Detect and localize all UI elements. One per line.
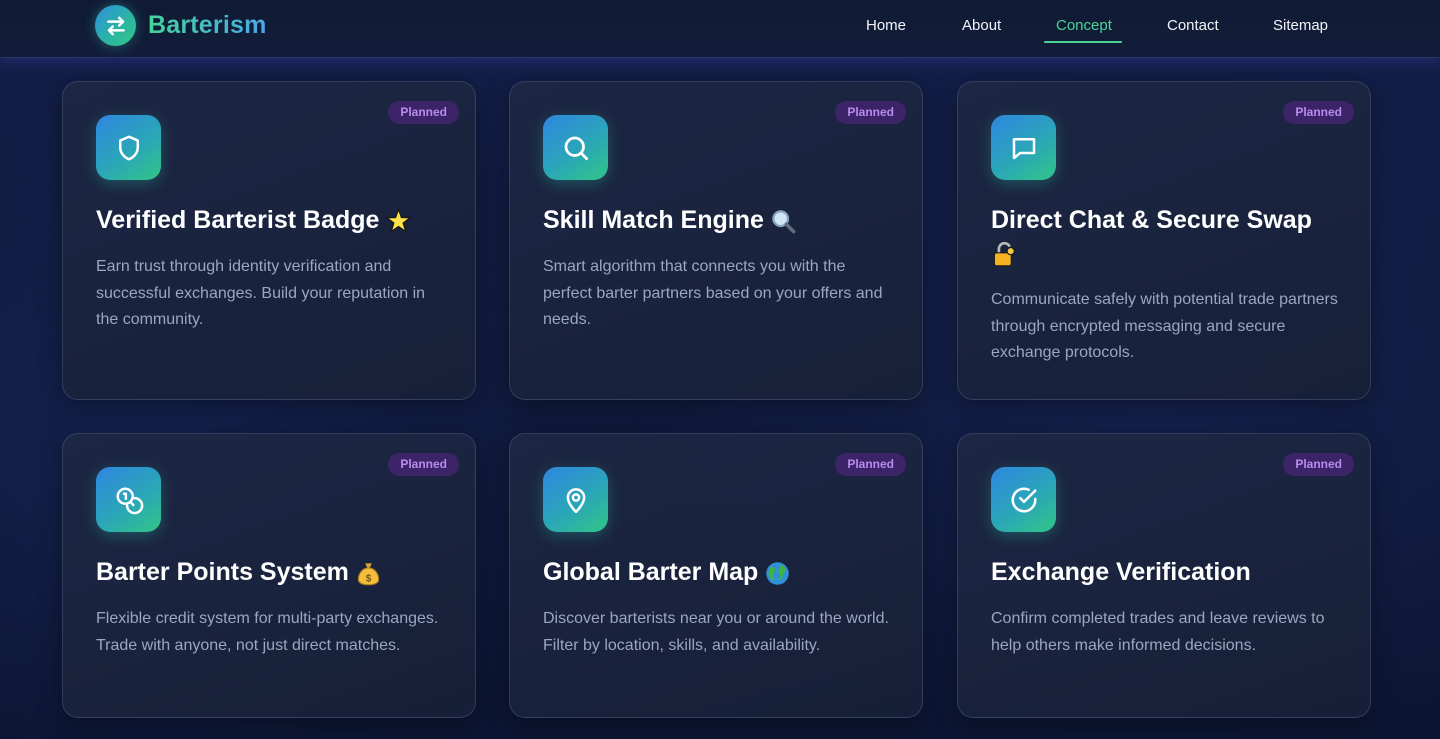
status-badge: Planned xyxy=(1283,101,1354,124)
brand-name: Barterism xyxy=(148,11,267,39)
card-description: Smart algorithm that connects you with t… xyxy=(543,258,883,329)
money-bag-emoji-icon: $ xyxy=(355,560,382,587)
card-title: Skill Match Engine xyxy=(543,204,903,237)
brand-home-link[interactable]: Barterism xyxy=(95,5,267,46)
card-title: Direct Chat & Secure Swap xyxy=(991,204,1351,270)
feature-card-direct-chat: Planned Direct Chat & Secure Swap Commun… xyxy=(957,81,1371,400)
check-circle-icon xyxy=(991,467,1056,532)
card-description: Discover barterists near you or around t… xyxy=(543,610,889,654)
feature-card-exchange-verification: Planned Exchange Verification Confirm co… xyxy=(957,433,1371,718)
search-icon xyxy=(543,115,608,180)
coins-icon xyxy=(96,467,161,532)
globe-emoji-icon xyxy=(764,560,791,587)
card-title: Barter Points System $ xyxy=(96,556,456,589)
top-navbar: Barterism Home About Concept Contact Sit… xyxy=(0,0,1440,58)
feature-card-verified-badge: Planned Verified Barterist Badge Earn tr… xyxy=(62,81,476,400)
card-description: Communicate safely with potential trade … xyxy=(991,291,1338,362)
status-badge: Planned xyxy=(1283,453,1354,476)
status-badge: Planned xyxy=(388,101,459,124)
card-title: Exchange Verification xyxy=(991,558,1251,586)
nav-home[interactable]: Home xyxy=(866,17,906,34)
feature-card-barter-points: Planned Barter Points System $ Flexible c… xyxy=(62,433,476,718)
lock-emoji-icon xyxy=(991,241,1018,268)
status-badge: Planned xyxy=(835,101,906,124)
card-description: Earn trust through identity verification… xyxy=(96,258,426,329)
nav-sitemap[interactable]: Sitemap xyxy=(1273,17,1328,34)
nav-concept[interactable]: Concept xyxy=(1056,17,1112,34)
card-description: Flexible credit system for multi-party e… xyxy=(96,610,439,654)
swap-arrows-icon xyxy=(95,5,136,46)
map-pin-icon xyxy=(543,467,608,532)
nav-contact[interactable]: Contact xyxy=(1167,17,1219,34)
star-emoji-icon xyxy=(385,207,413,235)
chat-icon xyxy=(991,115,1056,180)
magnifier-emoji-icon xyxy=(770,208,797,235)
svg-text:$: $ xyxy=(366,573,372,584)
shield-icon xyxy=(96,115,161,180)
card-title: Verified Barterist Badge xyxy=(96,204,456,237)
nav-about[interactable]: About xyxy=(962,17,1001,34)
nav-active-indicator xyxy=(1044,41,1122,43)
card-title: Global Barter Map xyxy=(543,556,903,589)
status-badge: Planned xyxy=(388,453,459,476)
status-badge: Planned xyxy=(835,453,906,476)
feature-card-skill-match: Planned Skill Match Engine Smart algorit… xyxy=(509,81,923,400)
feature-card-global-map: Planned Global Barter Map Discover barte… xyxy=(509,433,923,718)
card-description: Confirm completed trades and leave revie… xyxy=(991,610,1325,654)
